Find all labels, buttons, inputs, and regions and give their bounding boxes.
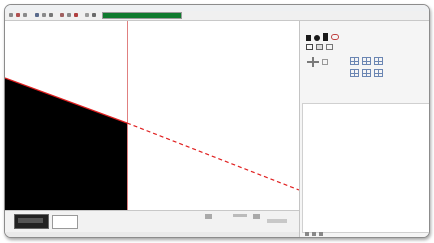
grid-icon[interactable] (350, 57, 359, 65)
frame-tool-icon[interactable] (306, 44, 313, 50)
panel-footer (300, 231, 429, 237)
group-icon[interactable] (374, 69, 383, 77)
zoom-in-icon[interactable] (253, 214, 260, 219)
ellipse-tool-icon[interactable] (314, 35, 320, 41)
align-center-icon[interactable] (312, 57, 314, 67)
progress-fill (103, 13, 181, 18)
drawing-overlay[interactable] (5, 21, 299, 210)
thumbnail-preview (18, 218, 43, 223)
layer-row[interactable] (306, 111, 424, 118)
dashed-guide-line[interactable] (126, 122, 299, 191)
progress-bar (102, 12, 182, 19)
select-icon[interactable] (35, 13, 39, 17)
layer-list (302, 103, 429, 233)
table-tool-icon[interactable] (326, 44, 333, 50)
snap-icon[interactable] (362, 57, 371, 65)
main-toolbar (5, 11, 429, 21)
bucket-tool-icon[interactable] (323, 33, 328, 41)
view-mode-selector[interactable] (267, 219, 287, 223)
page-thumbnail-1[interactable] (14, 214, 49, 229)
lasso-tool-icon[interactable] (331, 34, 339, 40)
guides-icon[interactable] (374, 57, 383, 65)
zoom-out-icon[interactable] (205, 214, 212, 219)
app-icon[interactable] (9, 13, 13, 17)
undo-icon[interactable] (16, 13, 20, 17)
add-layer-icon[interactable] (305, 232, 309, 236)
status-bar (5, 232, 299, 237)
app-window (4, 4, 430, 238)
arrange-icon[interactable] (362, 69, 371, 77)
delete-layer-icon[interactable] (319, 232, 323, 236)
rectangle-icon[interactable] (60, 13, 64, 17)
black-filled-shape[interactable] (5, 78, 127, 210)
side-panel (299, 21, 429, 237)
polygon-icon[interactable] (85, 13, 89, 17)
duplicate-layer-icon[interactable] (312, 232, 316, 236)
fill-icon[interactable] (74, 13, 78, 17)
ellipse-icon[interactable] (67, 13, 71, 17)
pencil-icon[interactable] (49, 13, 53, 17)
hand-icon[interactable] (42, 13, 46, 17)
bezier-icon[interactable] (92, 13, 96, 17)
layers-icon[interactable] (350, 69, 359, 77)
distribute-icon[interactable] (322, 59, 328, 65)
redo-icon[interactable] (23, 13, 27, 17)
zoom-slider[interactable] (233, 214, 247, 217)
image-tool-icon[interactable] (316, 44, 323, 50)
triangle-tool-icon[interactable] (306, 35, 311, 41)
bottom-bar (5, 210, 299, 233)
page-thumbnail-2[interactable] (52, 215, 78, 229)
